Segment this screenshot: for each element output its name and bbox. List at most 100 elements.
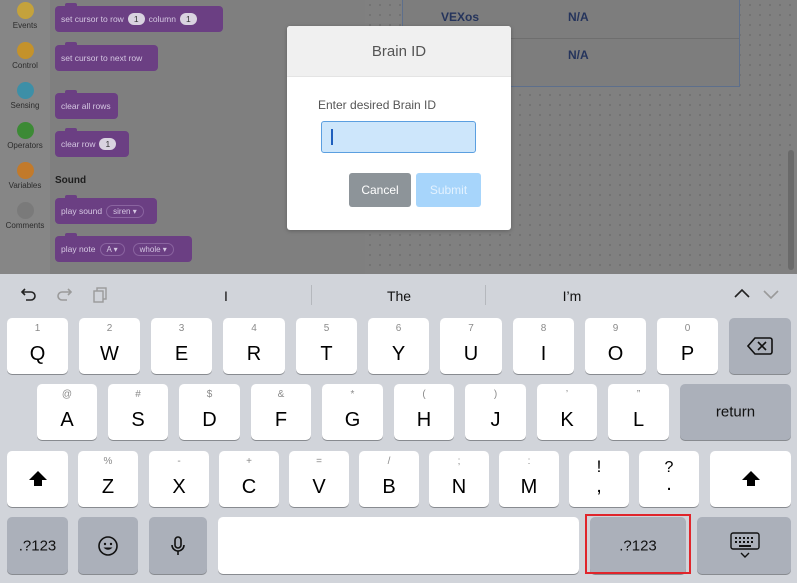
key-hint: 3 xyxy=(178,323,185,334)
key-label: W xyxy=(100,343,119,365)
category-label: Sensing xyxy=(10,101,40,110)
key-j[interactable]: ) J xyxy=(465,384,526,440)
chevron-up-icon[interactable] xyxy=(731,284,753,306)
shift-icon xyxy=(742,471,760,486)
key-p[interactable]: 0P xyxy=(657,318,718,374)
play-sound-block[interactable]: play sound siren ▾ xyxy=(55,195,157,224)
clear-row-block[interactable]: clear row 1 xyxy=(55,128,129,157)
cancel-button[interactable]: Cancel xyxy=(349,173,411,207)
row-value[interactable]: 1 xyxy=(127,13,145,25)
key-label: U xyxy=(463,343,479,365)
set-cursor-block[interactable]: set cursor to row 1 column 1 xyxy=(55,3,223,32)
category-label: Operators xyxy=(7,141,43,150)
right-shift-key[interactable] xyxy=(710,451,791,507)
key-c[interactable]: + C xyxy=(219,451,279,507)
key-k[interactable]: ’ K xyxy=(537,384,597,440)
key-w[interactable]: 2W xyxy=(79,318,140,374)
space-bar[interactable] xyxy=(218,517,579,574)
key-hint: & xyxy=(277,389,285,400)
suggestion-1[interactable]: I xyxy=(166,288,286,304)
key-q[interactable]: 1Q xyxy=(7,318,68,374)
key-l[interactable]: ” L xyxy=(608,384,669,440)
key-label: F xyxy=(274,409,288,431)
key-label: .?123 xyxy=(18,537,57,554)
key-period[interactable]: ?. xyxy=(639,451,699,507)
block-text: play note xyxy=(61,244,96,254)
sound-dropdown[interactable]: siren ▾ xyxy=(106,204,144,218)
duration-option: whole xyxy=(139,244,161,254)
key-d[interactable]: $ D xyxy=(179,384,240,440)
backspace-key[interactable] xyxy=(729,318,791,374)
category-dot-icon xyxy=(16,162,34,179)
key-y[interactable]: 6Y xyxy=(368,318,429,374)
key-label: E xyxy=(174,343,189,365)
emoji-key[interactable] xyxy=(78,517,138,574)
clear-all-rows-block[interactable]: clear all rows xyxy=(55,90,118,119)
note-option: A xyxy=(106,244,112,254)
next-row-block[interactable]: set cursor to next row xyxy=(55,42,158,71)
key-u[interactable]: 7U xyxy=(440,318,502,374)
undo-icon[interactable] xyxy=(18,284,40,306)
key-label: A xyxy=(60,409,74,431)
key-comma[interactable]: !, xyxy=(569,451,629,507)
key-v[interactable]: = V xyxy=(289,451,349,507)
category-sensing[interactable]: Sensing xyxy=(0,82,50,110)
note-dropdown[interactable]: A ▾ xyxy=(99,242,125,256)
key-label: D xyxy=(202,409,217,431)
submit-button[interactable]: Submit xyxy=(416,173,481,207)
key-hint: 2 xyxy=(106,323,113,334)
key-b[interactable]: / B xyxy=(359,451,419,507)
category-variables[interactable]: Variables xyxy=(0,162,50,190)
key-m[interactable]: :M xyxy=(499,451,559,507)
key-x[interactable]: -X xyxy=(149,451,209,507)
dictation-key[interactable] xyxy=(149,517,207,574)
key-z[interactable]: % Z xyxy=(78,451,138,507)
key-label: Y xyxy=(391,343,406,365)
key-label: Q xyxy=(29,343,46,365)
workspace-scrollbar[interactable] xyxy=(788,150,794,270)
block-text: play sound xyxy=(61,206,103,216)
key-label: M xyxy=(520,476,538,498)
block-text: set cursor to row xyxy=(61,14,124,24)
key-label: N xyxy=(451,476,467,498)
key-a[interactable]: @ A xyxy=(37,384,97,440)
category-operators[interactable]: Operators xyxy=(0,122,50,150)
play-note-block[interactable]: play note A ▾ whole ▾ xyxy=(55,233,192,262)
key-e[interactable]: 3E xyxy=(151,318,212,374)
return-key[interactable]: return xyxy=(680,384,791,440)
chevron-down-icon[interactable] xyxy=(760,284,782,306)
key-f[interactable]: & F xyxy=(251,384,311,440)
paste-icon[interactable] xyxy=(89,284,111,306)
key-hint: + xyxy=(246,456,252,467)
duration-dropdown[interactable]: whole ▾ xyxy=(132,242,174,256)
key-h[interactable]: (H xyxy=(394,384,454,440)
brain-id-input[interactable] xyxy=(321,121,476,153)
numbers-key-right[interactable]: .?123 xyxy=(590,517,686,574)
category-events[interactable]: Events xyxy=(0,2,50,30)
redo-icon[interactable] xyxy=(53,284,75,306)
key-s[interactable]: # S xyxy=(108,384,168,440)
keyboard-dismiss-icon xyxy=(730,532,760,558)
column-value[interactable]: 1 xyxy=(179,13,197,25)
microphone-icon xyxy=(171,536,185,555)
dismiss-keyboard-key[interactable] xyxy=(697,517,791,574)
category-comments[interactable]: Comments xyxy=(0,202,50,230)
clear-row-value[interactable]: 1 xyxy=(99,138,117,150)
key-t[interactable]: 5T xyxy=(296,318,357,374)
text-caret xyxy=(331,129,333,145)
left-shift-key[interactable] xyxy=(7,451,68,507)
key-hint: ’ xyxy=(565,389,569,400)
key-hint: / xyxy=(387,456,391,467)
suggestion-3[interactable]: I’m xyxy=(512,288,632,304)
key-o[interactable]: 9O xyxy=(585,318,646,374)
key-r[interactable]: 4R xyxy=(223,318,285,374)
key-hint: % xyxy=(103,456,113,467)
category-control[interactable]: Control xyxy=(0,42,50,70)
key-n[interactable]: ; N xyxy=(429,451,489,507)
key-hint: 1 xyxy=(34,323,41,334)
numbers-key-left[interactable]: .?123 xyxy=(7,517,68,574)
suggestion-2[interactable]: The xyxy=(339,288,459,304)
key-g[interactable]: * G xyxy=(322,384,383,440)
brain-id-label: Enter desired Brain ID xyxy=(318,98,437,112)
key-i[interactable]: 8I xyxy=(513,318,574,374)
